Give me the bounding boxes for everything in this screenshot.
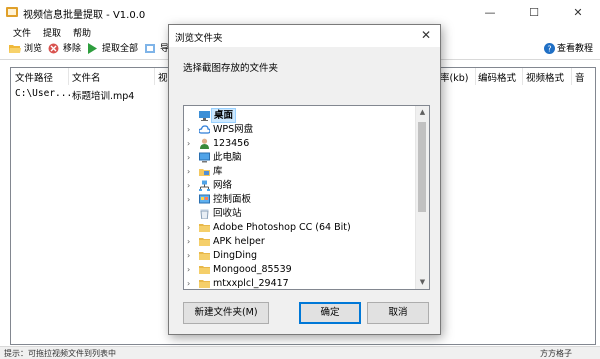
remove-button[interactable]: 移除 <box>48 42 84 56</box>
new-folder-button[interactable]: 新建文件夹(M) <box>183 302 269 324</box>
col-header-name[interactable]: 文件名 <box>72 70 101 84</box>
chevron-right-icon[interactable]: › <box>187 123 190 136</box>
browse-button[interactable]: 浏览 <box>9 42 47 56</box>
status-right: 方方格子 <box>540 349 572 358</box>
dialog-title: 浏览文件夹 <box>175 33 223 44</box>
tree-item[interactable]: › DingDing <box>184 249 414 262</box>
chevron-right-icon[interactable]: › <box>187 221 190 234</box>
tree-scrollbar[interactable]: ▲ ▼ <box>415 106 429 289</box>
col-header-bitrate[interactable]: 率(kb) <box>440 70 468 84</box>
tree-item[interactable]: › 库 <box>184 165 414 178</box>
window-title: 视频信息批量提取 - V1.0.0 <box>23 10 146 21</box>
cloud-icon <box>199 125 210 134</box>
tree-item-label: Adobe Photoshop CC (64 Bit) <box>213 222 351 233</box>
tree-item-label: DingDing <box>213 250 258 261</box>
tree-item[interactable]: › 控制面板 <box>184 193 414 206</box>
folder-icon <box>199 224 210 232</box>
dialog-title-bar: 浏览文件夹 ✕ <box>169 25 440 47</box>
col-header-video[interactable]: 视 <box>158 70 168 84</box>
tree-item[interactable]: 回收站 <box>184 207 414 220</box>
cancel-button[interactable]: 取消 <box>367 302 429 324</box>
tree-item[interactable]: › 此电脑 <box>184 151 414 164</box>
tree-item[interactable]: › 123456 <box>184 137 414 150</box>
col-header-codec[interactable]: 编码格式 <box>478 70 516 84</box>
tree-item-label: 控制面板 <box>213 194 252 205</box>
app-icon <box>6 7 18 17</box>
play-icon <box>88 43 97 54</box>
col-header-audio[interactable]: 音 <box>575 70 585 84</box>
chevron-right-icon[interactable]: › <box>187 193 190 206</box>
remove-label: 移除 <box>63 44 82 54</box>
network-icon <box>199 180 210 191</box>
tutorial-label: 查看教程 <box>557 44 594 54</box>
tree-item[interactable]: › 网络 <box>184 179 414 192</box>
status-hint: 提示：可拖拉视频文件到列表中 <box>4 349 116 358</box>
browse-folder-dialog: 浏览文件夹 ✕ 选择截图存放的文件夹 桌面 › WPS网盘 › 123456 › 此电脑 › 库… <box>168 24 441 335</box>
dialog-prompt: 选择截图存放的文件夹 <box>183 63 279 74</box>
tree-item-label: 库 <box>213 166 223 177</box>
tree-item[interactable]: › WPS网盘 <box>184 123 414 136</box>
chevron-right-icon[interactable]: › <box>187 165 190 178</box>
export-button[interactable]: 导 <box>145 42 169 56</box>
tree-item-label: 此电脑 <box>213 152 242 163</box>
folder-open-icon <box>9 45 21 53</box>
extract-all-button[interactable]: 提取全部 <box>87 42 143 56</box>
browse-label: 浏览 <box>24 44 43 54</box>
col-header-path[interactable]: 文件路径 <box>15 70 53 84</box>
desktop-icon <box>199 111 210 121</box>
export-icon <box>145 44 155 53</box>
tree-item-label: 桌面 <box>211 108 237 123</box>
control-panel-icon <box>199 194 210 204</box>
menu-file[interactable]: 文件 <box>13 26 31 39</box>
tree-item[interactable]: › mtxxplcl_29417 <box>184 277 414 289</box>
scroll-up-arrow[interactable]: ▲ <box>416 106 429 119</box>
minimize-button[interactable]: — <box>468 0 512 25</box>
library-icon <box>199 169 210 176</box>
scroll-thumb[interactable] <box>418 122 426 212</box>
menu-extract[interactable]: 提取 <box>43 26 61 39</box>
tree-item-label: 网络 <box>213 180 233 191</box>
ok-button[interactable]: 确定 <box>299 302 361 324</box>
chevron-right-icon[interactable]: › <box>187 151 190 164</box>
menu-help[interactable]: 帮助 <box>73 26 91 39</box>
dialog-close-button[interactable]: ✕ <box>418 27 434 43</box>
svg-text:?: ? <box>547 45 551 54</box>
status-bar: 提示：可拖拉视频文件到列表中 方方格子 <box>0 346 600 359</box>
help-icon: ? <box>544 43 555 54</box>
chevron-right-icon[interactable]: › <box>187 235 190 248</box>
tree-item-label: Mongood_85539 <box>213 264 292 275</box>
tutorial-button[interactable]: ? 查看教程 <box>544 42 600 56</box>
chevron-right-icon[interactable]: › <box>187 137 190 150</box>
computer-icon <box>199 152 210 163</box>
col-header-video-format[interactable]: 视频格式 <box>526 70 564 84</box>
recycle-bin-icon <box>200 209 209 219</box>
folder-tree[interactable]: 桌面 › WPS网盘 › 123456 › 此电脑 › 库 › 网络 › 控制面板 回收站 › Adobe P… <box>183 105 430 290</box>
folder-icon <box>199 280 210 288</box>
tree-item[interactable]: › Mongood_85539 <box>184 263 414 276</box>
tree-item[interactable]: › Adobe Photoshop CC (64 Bit) <box>184 221 414 234</box>
tree-item-label: 123456 <box>213 138 250 149</box>
folder-icon <box>199 252 210 260</box>
chevron-right-icon[interactable]: › <box>187 179 190 192</box>
scroll-down-arrow[interactable]: ▼ <box>416 276 429 289</box>
tree-item-label: mtxxplcl_29417 <box>213 278 289 289</box>
chevron-right-icon[interactable]: › <box>187 249 190 262</box>
remove-icon <box>48 43 59 54</box>
chevron-right-icon[interactable]: › <box>187 263 190 276</box>
cell-name[interactable]: 标题培训.mp4 <box>72 88 134 102</box>
cell-path[interactable]: C:\User... <box>15 88 72 99</box>
tree-item-label: APK helper <box>213 236 265 247</box>
main-title-bar: 视频信息批量提取 - V1.0.0 — ☐ ✕ <box>0 0 600 26</box>
maximize-button[interactable]: ☐ <box>512 0 556 25</box>
folder-icon <box>199 238 210 246</box>
extract-all-label: 提取全部 <box>102 44 139 54</box>
tree-item-label: 回收站 <box>213 208 242 219</box>
tree-item[interactable]: 桌面 <box>184 108 414 123</box>
folder-icon <box>199 266 210 274</box>
tree-item[interactable]: › APK helper <box>184 235 414 248</box>
close-button[interactable]: ✕ <box>556 0 600 25</box>
chevron-right-icon[interactable]: › <box>187 277 190 289</box>
tree-item-label: WPS网盘 <box>213 124 254 135</box>
user-icon <box>200 138 209 149</box>
